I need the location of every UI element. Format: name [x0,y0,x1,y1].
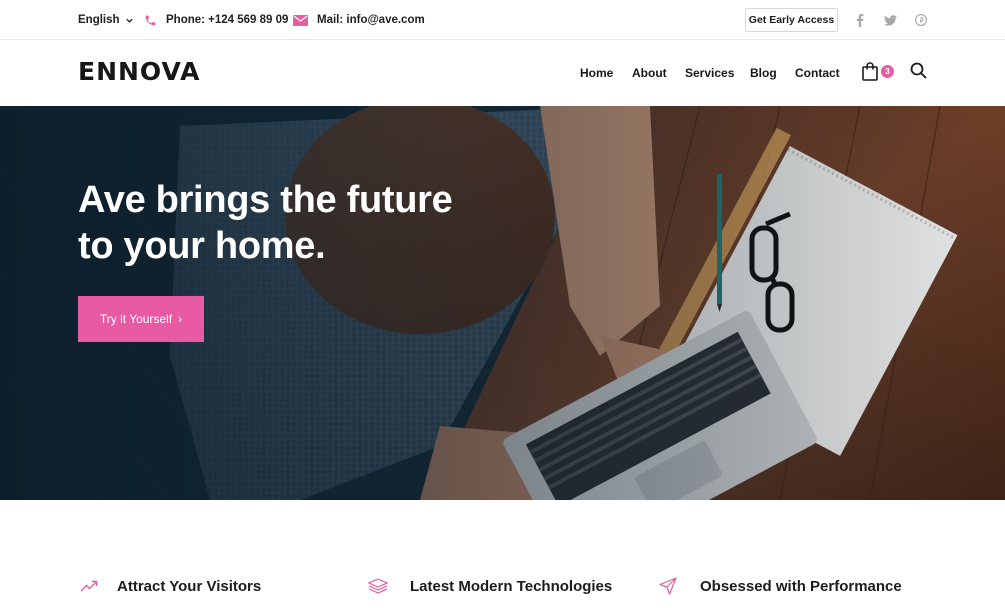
feature-performance: Obsessed with Performance [657,572,902,600]
hero-title-line-1: Ave brings the future [78,179,453,221]
layers-icon [367,575,389,597]
mail-icon [293,14,308,26]
main-header: ENNOVA Home About Services Blog Contact … [0,40,1005,106]
hero-section: Ave brings the future to your home. Try … [0,106,1005,500]
send-icon [657,575,679,597]
nav-contact[interactable]: Contact [795,40,840,106]
chevron-right-icon: › [178,312,183,326]
facebook-icon[interactable] [852,12,868,28]
nav-services[interactable]: Services [685,40,734,106]
feature-title: Latest Modern Technologies [410,577,613,595]
nav-home[interactable]: Home [580,40,613,106]
site-logo[interactable]: ENNOVA [78,57,201,86]
hero-title-line-2: to your home. [78,225,326,267]
nav-about[interactable]: About [632,40,667,106]
feature-attract-visitors: Attract Your Visitors [78,572,261,600]
feature-title: Obsessed with Performance [700,577,902,595]
language-selector[interactable]: English [78,0,134,40]
search-icon[interactable] [910,62,927,79]
hero-title: Ave brings the future to your home. [78,177,538,269]
get-early-access-button[interactable]: Get Early Access [745,8,838,32]
cart-count-badge: 3 [881,65,894,78]
shopping-bag-icon [862,62,878,81]
feature-title: Attract Your Visitors [117,577,262,595]
try-it-yourself-button[interactable]: Try it Yourself › [78,296,204,342]
phone-icon [145,15,156,25]
mail-text: Mail: info@ave.com [317,14,425,26]
top-bar: English Phone: +124 569 89 09 Mail: info… [0,0,1005,40]
language-label: English [78,14,120,26]
feature-modern-technologies: Latest Modern Technologies [367,572,612,600]
pinterest-icon[interactable] [913,12,929,28]
phone-text: Phone: +124 569 89 09 [166,14,289,26]
mail-contact[interactable]: Mail: info@ave.com [293,0,425,40]
chevron-down-icon [125,18,133,23]
twitter-icon[interactable] [882,12,898,28]
try-it-yourself-label: Try it Yourself [99,312,173,326]
nav-blog[interactable]: Blog [750,40,777,106]
trending-up-icon [78,575,100,597]
phone-contact[interactable]: Phone: +124 569 89 09 [144,0,288,40]
cart-button[interactable]: 3 [862,61,896,83]
